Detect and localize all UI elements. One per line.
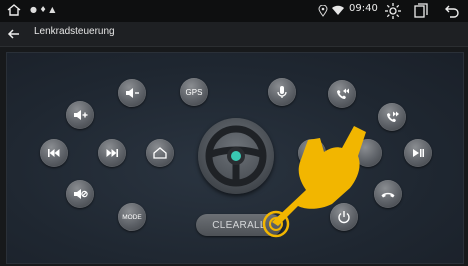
back-arrow-icon[interactable] [6,26,22,42]
call-previous-button[interactable] [328,80,356,108]
page-title: Lenkradsteuerung [34,26,115,37]
brightness-icon[interactable] [384,2,402,20]
steering-wheel-icon [205,125,267,187]
microphone-icon [277,86,287,98]
mode-label: MODE [122,213,142,221]
volume-up-icon [74,110,88,120]
mute-icon [74,189,88,199]
previous-track-button[interactable] [40,139,68,167]
play-pause-button[interactable] [404,139,432,167]
wifi-icon [332,5,344,15]
gps-button[interactable]: GPS [180,78,208,106]
back-icon[interactable] [444,3,460,19]
mode-button[interactable]: MODE [118,203,146,231]
hang-up-button[interactable] [374,180,402,208]
window-icon[interactable] [414,3,428,19]
home-outline-icon [153,147,167,159]
volume-up-button[interactable] [66,101,94,129]
location-icon [318,5,328,17]
home-nav-button[interactable] [146,139,174,167]
clear-all-label: CLEARALL [212,219,266,231]
title-bar: Lenkradsteuerung [0,22,468,47]
voice-button[interactable] [268,78,296,106]
gps-label: GPS [185,87,203,97]
skip-next-icon [106,149,118,157]
phone-previous-icon [337,88,349,99]
hang-up-icon [381,192,395,198]
app-screen: ● ♦ ▲ 09:40 Lenkradsteuerung GPS MODE CL… [0,0,468,266]
mute-button[interactable] [66,180,94,208]
skip-previous-icon [48,149,60,157]
next-track-button[interactable] [98,139,126,167]
phone-next-icon [387,111,399,122]
play-pause-icon [413,149,424,157]
volume-down-icon [126,88,139,98]
status-time: 09:40 [349,3,378,14]
status-bar: ● ♦ ▲ 09:40 [0,0,468,22]
hand-pointer-icon [262,126,366,238]
volume-down-button[interactable] [118,79,146,107]
home-icon[interactable] [6,2,22,18]
call-next-button[interactable] [378,103,406,131]
notification-icons: ● ♦ ▲ [30,5,56,14]
